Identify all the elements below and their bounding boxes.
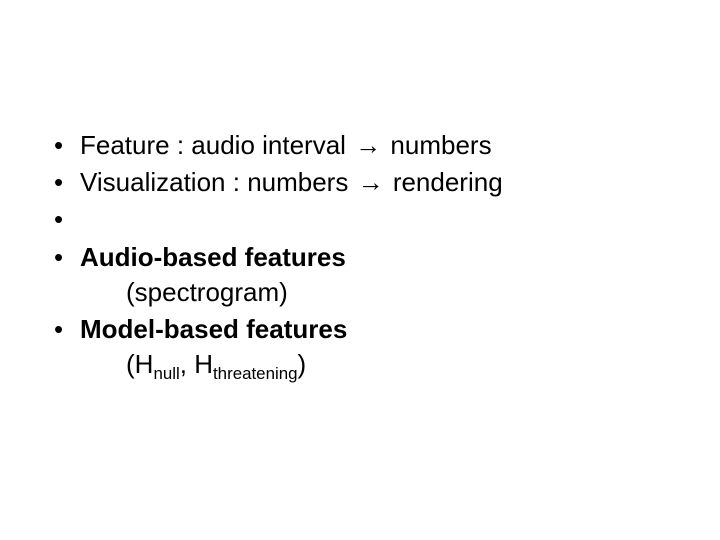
paren-open: ( xyxy=(126,349,135,379)
from-text: audio interval xyxy=(191,130,346,160)
bullet-list: Feature : audio interval → numbers Visua… xyxy=(54,128,720,383)
to-text: rendering xyxy=(393,167,503,197)
feature-title: Audio-based features xyxy=(80,242,346,272)
feature-sub: (Hnull, Hthreatening) xyxy=(80,347,720,382)
arrow-icon: → xyxy=(353,128,383,163)
paren-close: ) xyxy=(298,349,307,379)
spacer xyxy=(54,202,720,238)
to-text: numbers xyxy=(390,130,491,160)
feature-title: Model-based features xyxy=(80,314,347,344)
feature-sub: (spectrogram) xyxy=(80,275,720,310)
slide: Feature : audio interval → numbers Visua… xyxy=(0,0,720,540)
h-subscript: null xyxy=(153,365,179,384)
bullet-audio-features: Audio-based features (spectrogram) xyxy=(54,240,720,310)
separator: : xyxy=(226,167,248,197)
bullet-model-features: Model-based features (Hnull, Hthreatenin… xyxy=(54,312,720,382)
arrow-icon: → xyxy=(356,165,386,200)
h-symbol: H xyxy=(194,349,213,379)
h-symbol: H xyxy=(135,349,154,379)
h-subscript: threatening xyxy=(213,365,298,384)
comma: , xyxy=(180,349,194,379)
term: Visualization xyxy=(80,167,226,197)
from-text: numbers xyxy=(247,167,348,197)
term: Feature xyxy=(80,130,170,160)
bullet-feature: Feature : audio interval → numbers xyxy=(54,128,720,163)
bullet-visualization: Visualization : numbers → rendering xyxy=(54,165,720,200)
separator: : xyxy=(170,130,192,160)
